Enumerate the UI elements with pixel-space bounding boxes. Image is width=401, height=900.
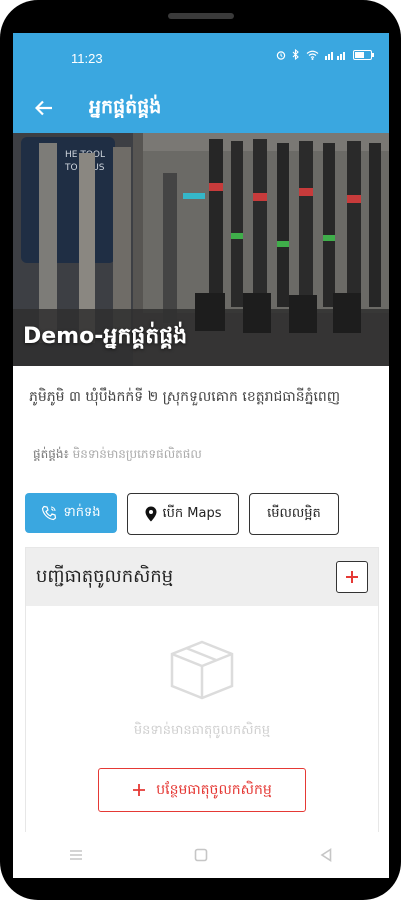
back-nav-button[interactable]: [311, 840, 341, 870]
supplier-type-label: ផ្គត់ផ្គង់៖: [33, 447, 69, 461]
agri-inputs-title: បញ្ជីធាតុចូលកសិកម្ម: [36, 565, 174, 587]
empty-state-text: មិនទាន់មានធាតុចូលកសិកម្ម: [133, 723, 271, 738]
menu-nav-button[interactable]: [61, 840, 91, 870]
phone-frame: 11:23 អ្នកផ្គត់ផ្គង់ HE TOOL T: [0, 0, 401, 900]
view-details-label: មើលលម្អិត: [267, 505, 321, 521]
action-buttons: ទាក់ទង បើក Maps មើលលម្អិត: [25, 493, 339, 535]
speaker-grille: [168, 13, 234, 19]
bluetooth-icon: [292, 49, 299, 60]
supplier-type: ផ្គត់ផ្គង់៖ មិនទាន់មានប្រភេទផលិតផល: [33, 446, 202, 464]
system-nav-bar: [13, 832, 389, 878]
add-input-button[interactable]: [336, 561, 368, 593]
supplier-type-value: មិនទាន់មានប្រភេទផលិតផល: [72, 447, 202, 461]
add-agri-input-label: បន្ថែមធាតុចូលកសិកម្ម: [156, 781, 272, 798]
arrow-left-icon: [35, 100, 52, 116]
call-button-label: ទាក់ទង: [63, 504, 101, 520]
call-button[interactable]: ទាក់ទង: [25, 493, 117, 533]
location-pin-icon: [145, 506, 156, 522]
screen: 11:23 អ្នកផ្គត់ផ្គង់ HE TOOL T: [13, 33, 389, 878]
plus-icon: [346, 571, 358, 583]
app-bar: អ្នកផ្គត់ផ្គង់: [13, 85, 389, 133]
open-maps-label: បើក Maps: [162, 505, 222, 521]
status-time: 11:23: [71, 51, 103, 66]
battery-icon: [353, 49, 374, 60]
back-button[interactable]: [31, 95, 57, 121]
supplier-address: ភូមិភូមិ ៣ ឃុំបឹងកក់ទី ២ ស្រុកទួលគោក ខេត…: [29, 389, 341, 405]
empty-box-icon: [170, 640, 234, 700]
home-nav-button[interactable]: [186, 840, 216, 870]
page-title: អ្នកផ្គត់ផ្គង់: [89, 96, 162, 118]
agri-inputs-header: បញ្ជីធាតុចូលកសិកម្ម: [26, 548, 378, 606]
plus-icon: [133, 784, 146, 796]
alarm-icon: [276, 50, 286, 60]
signal-icon: [325, 51, 345, 60]
triangle-back-icon: [320, 848, 332, 862]
square-icon: [194, 848, 208, 862]
phone-icon: [42, 505, 57, 521]
view-details-button[interactable]: មើលលម្អិត: [249, 493, 339, 535]
menu-icon: [69, 850, 82, 860]
wifi-icon: [306, 50, 319, 60]
status-icons: [276, 49, 375, 60]
open-maps-button[interactable]: បើក Maps: [127, 493, 239, 535]
agri-inputs-card: បញ្ជីធាតុចូលកសិកម្ម មិនទាន់មានធាតុចូលកសិ…: [25, 547, 379, 848]
add-agri-input-button[interactable]: បន្ថែមធាតុចូលកសិកម្ម: [98, 768, 306, 812]
supplier-banner-image: HE TOOL TO TRUS: [13, 133, 389, 366]
supplier-name: Demo-អ្នកផ្គត់ផ្គង់: [23, 324, 188, 349]
status-bar: 11:23: [13, 33, 389, 85]
